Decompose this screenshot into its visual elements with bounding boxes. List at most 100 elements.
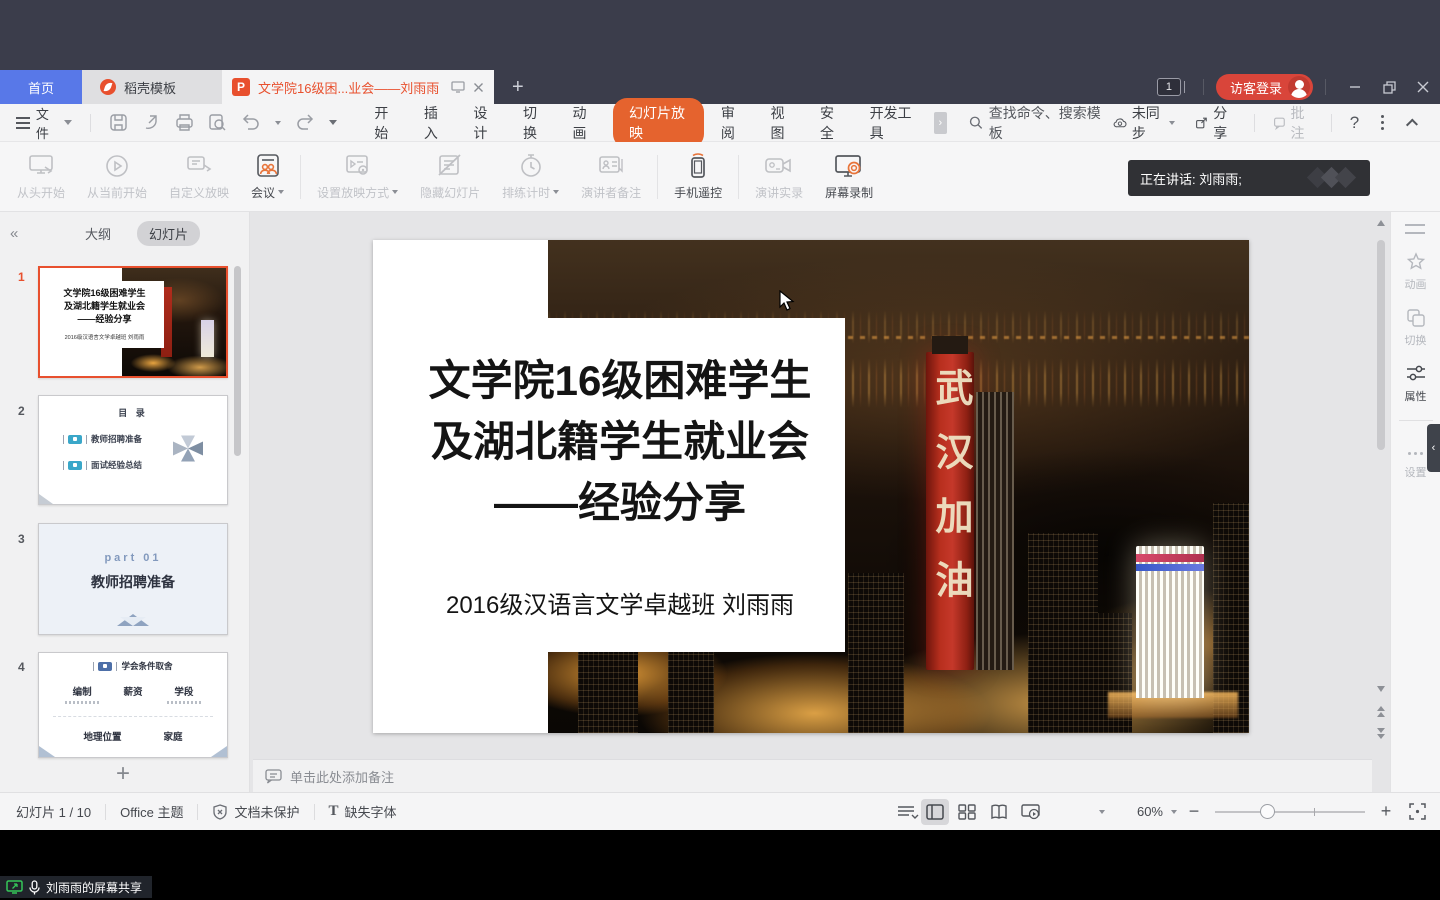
- window-list-badge[interactable]: 1: [1157, 78, 1181, 96]
- save-button[interactable]: [109, 113, 128, 132]
- missing-font-button[interactable]: T 缺失字体: [329, 802, 397, 821]
- ribbon-phone-remote[interactable]: 手机遥控: [663, 146, 733, 208]
- canvas-scrollbar[interactable]: [1372, 212, 1390, 792]
- zoom-dropdown-icon[interactable]: [1171, 810, 1177, 814]
- print-preview-button[interactable]: [208, 113, 227, 132]
- screen: 首页 稻壳模板 P 文学院16级困...业会——刘雨雨 + 1: [0, 0, 1440, 900]
- command-search[interactable]: 查找命令、搜索模板: [969, 103, 1103, 143]
- ribbon-meeting[interactable]: 会议: [240, 146, 295, 208]
- ribbon-start-from-beginning[interactable]: 从头开始: [6, 146, 76, 208]
- slide-number: 4: [18, 660, 25, 674]
- meeting-speaking-overlay: 正在讲话: 刘雨雨;: [1128, 160, 1370, 196]
- comment-button[interactable]: 批注: [1273, 103, 1313, 143]
- view-reading-button[interactable]: [985, 799, 1013, 825]
- sidebar-transition[interactable]: 切换: [1391, 308, 1440, 348]
- view-normal-button[interactable]: [921, 799, 949, 825]
- chevron-down-icon: [278, 190, 284, 194]
- collapse-panel-button[interactable]: «: [10, 225, 34, 242]
- screen-share-bar: 刘雨雨的屏幕共享: [0, 876, 152, 898]
- ribbon-setup-show[interactable]: 设置放映方式: [306, 146, 409, 208]
- theme-name[interactable]: Office 主题: [120, 802, 183, 821]
- menu-view[interactable]: 视图: [757, 98, 807, 148]
- close-window-button[interactable]: [1406, 73, 1440, 101]
- divider: [90, 114, 91, 132]
- redo-button[interactable]: [295, 114, 315, 132]
- ribbon-start-from-current[interactable]: 从当前开始: [76, 146, 158, 208]
- shield-x-icon: [212, 804, 228, 820]
- ribbon-speaker-notes[interactable]: 演讲者备注: [570, 146, 652, 208]
- ribbon-screen-record[interactable]: 屏幕录制: [814, 146, 884, 208]
- slide-thumbnail-3[interactable]: part 01 教师招聘准备: [38, 523, 228, 635]
- zoom-level[interactable]: 60%: [1137, 804, 1163, 819]
- slide-thumbnail-4[interactable]: 学会条件取舍 编制 薪资 学段 地理位置 家庭: [38, 652, 228, 758]
- workspace: « 大纲 幻灯片 1 文学院16级困难学生 及湖北籍学生就业会 ——经验分享 2…: [0, 212, 1440, 792]
- pinwheel-logo-icon: [171, 434, 205, 467]
- ribbon-hide-slide[interactable]: 隐藏幻灯片: [409, 146, 491, 208]
- tab-outline[interactable]: 大纲: [73, 221, 123, 246]
- sync-status-button[interactable]: 未同步: [1113, 103, 1176, 143]
- window-controls: 1 访客登录: [1157, 72, 1440, 102]
- view-dropdown-icon[interactable]: [1099, 810, 1105, 814]
- view-sorter-button[interactable]: [953, 799, 981, 825]
- slide-canvas: 武汉加油 文学院16级困难学生 及湖北籍学生就业会 ——经验分享 2016级汉语…: [250, 212, 1372, 792]
- menu-design[interactable]: 设计: [460, 98, 510, 148]
- minimize-button[interactable]: [1338, 73, 1372, 101]
- document-protection[interactable]: 文档未保护: [212, 802, 299, 821]
- panel-scrollbar[interactable]: [234, 266, 241, 456]
- close-tab-icon[interactable]: [473, 82, 484, 93]
- menu-start[interactable]: 开始: [361, 98, 411, 148]
- undo-dropdown-icon[interactable]: [275, 121, 281, 125]
- ribbon-rehearse-timing[interactable]: 排练计时: [491, 146, 570, 208]
- menu-slideshow-active[interactable]: 幻灯片放映: [613, 98, 704, 148]
- slide-thumbnail-1[interactable]: 文学院16级困难学生 及湖北籍学生就业会 ——经验分享 2016级汉语言文学卓越…: [38, 266, 228, 378]
- slide-editor[interactable]: 武汉加油 文学院16级困难学生 及湖北籍学生就业会 ——经验分享 2016级汉语…: [373, 240, 1249, 733]
- help-icon[interactable]: ?: [1350, 113, 1359, 133]
- divider: [1254, 114, 1255, 132]
- collapse-ribbon-icon[interactable]: [1406, 118, 1418, 130]
- zoom-slider[interactable]: [1215, 811, 1365, 813]
- view-slideshow-button[interactable]: [1017, 799, 1045, 825]
- slide-counter: 幻灯片 1 / 10: [16, 802, 91, 821]
- slide-panel: « 大纲 幻灯片 1 文学院16级困难学生 及湖北籍学生就业会 ——经验分享 2…: [0, 212, 250, 792]
- zoom-in-button[interactable]: +: [1377, 801, 1395, 822]
- notes-placeholder: 单击此处添加备注: [290, 767, 394, 786]
- add-slide-button[interactable]: +: [108, 760, 138, 788]
- avatar: [1288, 76, 1310, 98]
- notes-toggle-button[interactable]: [897, 805, 919, 819]
- menu-security[interactable]: 安全: [807, 98, 857, 148]
- menu-insert[interactable]: 插入: [411, 98, 461, 148]
- print-button[interactable]: [175, 113, 194, 132]
- slide-title-textbox[interactable]: 文学院16级困难学生 及湖北籍学生就业会 ——经验分享 2016级汉语言文学卓越…: [395, 318, 845, 652]
- guest-login-button[interactable]: 访客登录: [1216, 74, 1313, 100]
- menu-review[interactable]: 审阅: [708, 98, 758, 148]
- slide-thumbnail-2[interactable]: 目 录 教师招聘准备 面试经验总结: [38, 395, 228, 505]
- menu-transition[interactable]: 切换: [510, 98, 560, 148]
- zoom-slider-knob[interactable]: [1260, 804, 1275, 819]
- restore-button[interactable]: [1372, 73, 1406, 101]
- divider: [1203, 79, 1204, 95]
- fit-screen-button[interactable]: [1409, 803, 1426, 820]
- tab-docer[interactable]: 稻壳模板: [82, 70, 222, 104]
- file-menu[interactable]: 文件: [0, 104, 82, 142]
- notes-bar[interactable]: 单击此处添加备注: [253, 759, 1372, 792]
- menu-animation[interactable]: 动画: [560, 98, 610, 148]
- menu-overflow-button[interactable]: ›: [934, 112, 947, 134]
- ribbon-custom-slideshow[interactable]: 自定义放映: [158, 146, 240, 208]
- ribbon-lecture-record[interactable]: 演讲实录: [744, 146, 814, 208]
- tab-slides[interactable]: 幻灯片: [137, 221, 200, 246]
- more-icon[interactable]: [1381, 115, 1384, 130]
- tab-home[interactable]: 首页: [0, 70, 82, 104]
- undo-button[interactable]: [241, 114, 261, 132]
- button-label: 手机遥控: [674, 184, 722, 201]
- sidebar-animation[interactable]: 动画: [1391, 252, 1440, 292]
- sidebar-properties[interactable]: 属性: [1391, 364, 1440, 404]
- menu-devtools[interactable]: 开发工具: [857, 98, 930, 148]
- panel-menu-icon[interactable]: [1405, 224, 1425, 234]
- export-button[interactable]: [142, 113, 161, 132]
- sidebar-settings[interactable]: 设置: [1391, 464, 1440, 480]
- customize-toolbar-icon[interactable]: [329, 120, 337, 125]
- slide-number: 2: [18, 404, 25, 418]
- scrollbar-thumb[interactable]: [1377, 240, 1385, 450]
- zoom-out-button[interactable]: −: [1185, 801, 1203, 822]
- share-button[interactable]: 分享: [1195, 103, 1235, 143]
